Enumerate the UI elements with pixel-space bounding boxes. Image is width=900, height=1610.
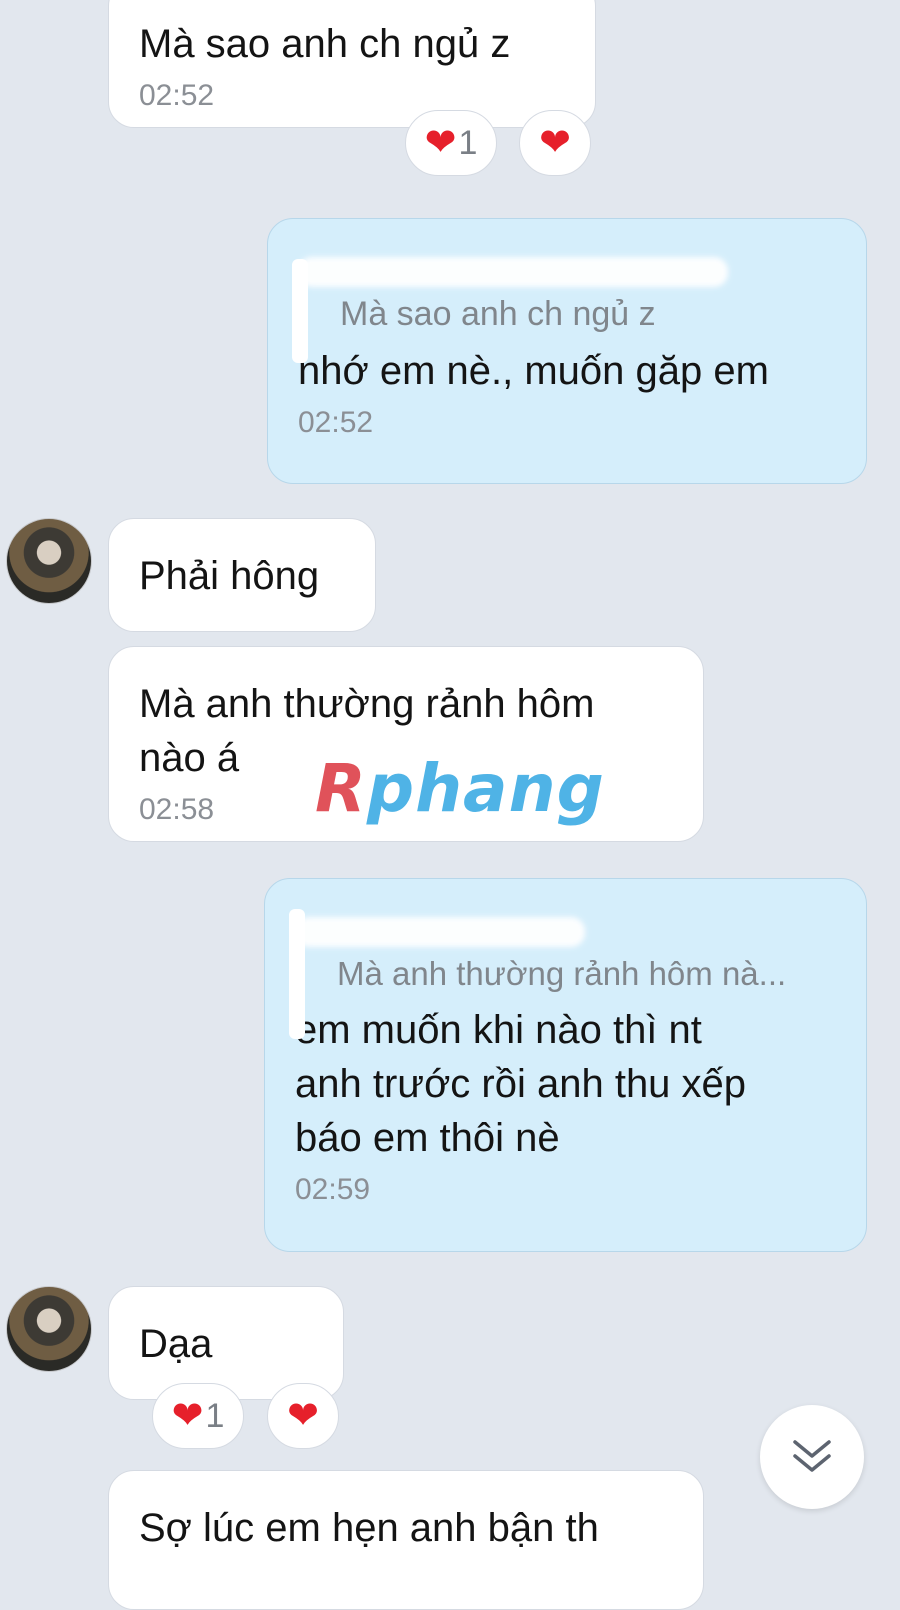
message-bubble-outgoing[interactable]: Mà anh thường rảnh hôm nà... em muốn khi… <box>264 878 867 1252</box>
heart-icon: ❤ <box>287 1395 319 1437</box>
add-reaction-button[interactable]: ❤ <box>267 1383 339 1449</box>
add-reaction-button[interactable]: ❤ <box>519 110 591 176</box>
message-text-line: Mà anh thường rảnh hôm <box>139 682 595 726</box>
message-text-line: em muốn khi nào thì nt <box>295 1008 702 1052</box>
quoted-sender-redacted <box>295 903 836 955</box>
quoted-text: Mà anh thường rảnh hôm nà... <box>337 955 787 992</box>
quote-bar <box>292 259 308 363</box>
message-text: Phải hông <box>139 554 320 598</box>
message-text-line: anh trước rồi anh thu xếp <box>295 1062 747 1106</box>
message-bubble-outgoing[interactable]: Mà sao anh ch ngủ z nhớ em nè., muốn găp… <box>267 218 867 484</box>
heart-icon: ❤ <box>539 122 571 164</box>
quote-bar <box>289 909 305 1039</box>
message-text: Dạa <box>139 1322 213 1366</box>
chevron-double-down-icon <box>793 1440 831 1472</box>
heart-icon: ❤ <box>171 1395 204 1437</box>
avatar[interactable] <box>6 1286 92 1372</box>
message-bubble-incoming[interactable]: Phải hông <box>108 518 376 632</box>
avatar[interactable] <box>6 518 92 604</box>
message-text-line: báo em thôi nè <box>295 1116 560 1160</box>
reaction-count-badge[interactable]: ❤ 1 <box>152 1383 244 1449</box>
message-bubble-incoming[interactable]: Mà sao anh ch ngủ z 02:52 <box>108 0 596 128</box>
reaction-count: 1 <box>205 1396 225 1435</box>
reaction-count-badge[interactable]: ❤ 1 <box>405 110 497 176</box>
message-time: 02:52 <box>139 79 215 112</box>
message-time: 02:59 <box>295 1173 371 1206</box>
quoted-text: Mà sao anh ch ngủ z <box>340 295 656 333</box>
heart-icon: ❤ <box>424 122 457 164</box>
watermark-logo: Rphang <box>315 750 605 827</box>
quoted-sender-redacted <box>298 243 836 295</box>
reaction-count: 1 <box>458 123 478 162</box>
message-text: nhớ em nè., muốn găp em <box>298 349 769 393</box>
message-text: Sợ lúc em hẹn anh bận th <box>139 1506 599 1550</box>
scroll-to-bottom-button[interactable] <box>760 1405 864 1509</box>
message-time: 02:52 <box>298 406 374 439</box>
message-text: Mà sao anh ch ngủ z <box>139 22 511 66</box>
message-bubble-incoming[interactable]: Sợ lúc em hẹn anh bận th <box>108 1470 704 1610</box>
